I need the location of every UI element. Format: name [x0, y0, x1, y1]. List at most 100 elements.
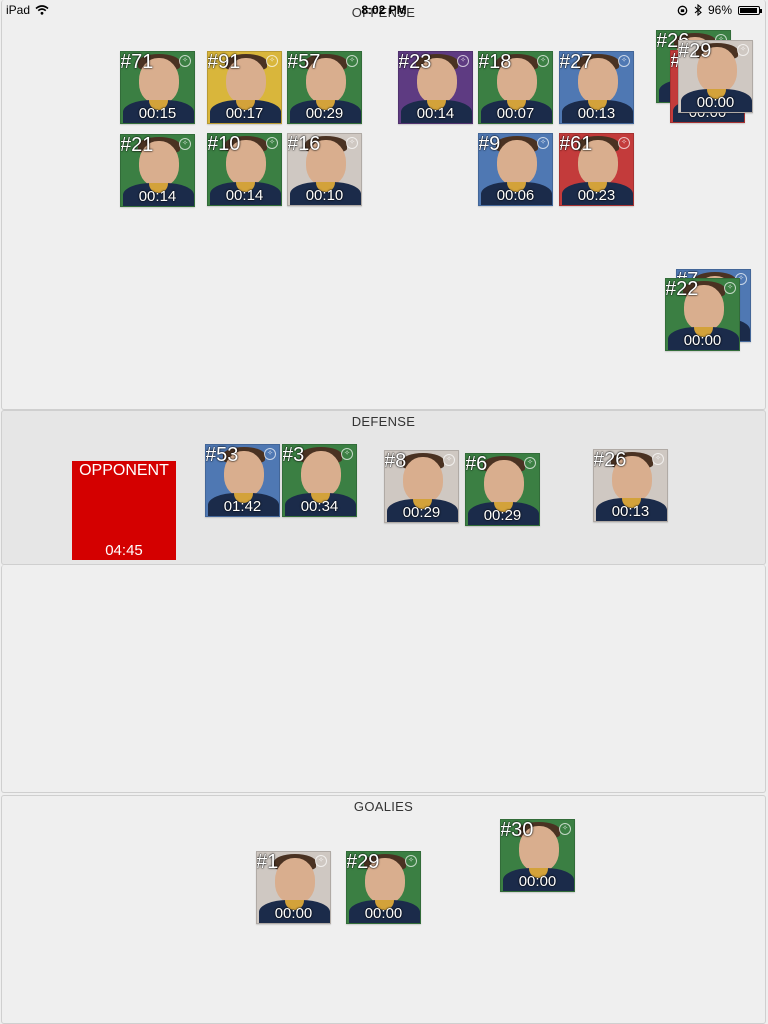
ice-time: 00:10 — [305, 187, 344, 204]
player-card[interactable]: ✧ #27 00:13 — [559, 51, 634, 124]
ice-time: 00:06 — [496, 187, 535, 204]
player-number: #57 — [287, 51, 321, 73]
player-photo — [301, 451, 341, 497]
team-logo-icon: ✧ — [179, 138, 191, 150]
goalies-label: GOALIES — [353, 799, 414, 814]
team-logo-icon: ✧ — [315, 855, 327, 867]
player-card[interactable]: ✧ #57 00:29 — [287, 51, 362, 124]
team-logo-icon: ✧ — [652, 453, 664, 465]
player-card[interactable]: ✧ #91 00:17 — [207, 51, 282, 124]
defense-bench-area[interactable] — [1, 565, 766, 793]
player-card[interactable]: ✧ #71 00:15 — [120, 51, 195, 124]
player-card[interactable]: ✧ #23 00:14 — [398, 51, 473, 124]
bluetooth-icon — [694, 4, 702, 16]
player-number: #9 — [478, 133, 501, 155]
opponent-time: 04:45 — [105, 542, 143, 559]
player-number: #8 — [384, 450, 407, 472]
ice-time: 00:34 — [300, 498, 339, 515]
orientation-lock-icon — [677, 5, 688, 15]
player-card[interactable]: ✧ #9 00:06 — [478, 133, 553, 206]
defense-label: DEFENSE — [351, 414, 416, 429]
player-card[interactable]: ✧ #8 00:29 — [384, 450, 459, 523]
ice-time: 00:29 — [483, 507, 522, 524]
player-number: #29 — [678, 40, 712, 62]
ice-time: 00:13 — [577, 105, 616, 122]
team-logo-icon: ✧ — [346, 137, 358, 149]
player-number: #18 — [478, 51, 512, 73]
player-photo — [497, 140, 537, 186]
team-logo-icon: ✧ — [724, 282, 736, 294]
team-logo-icon: ✧ — [457, 55, 469, 67]
player-number: #21 — [120, 134, 154, 156]
ice-time: 00:15 — [138, 105, 177, 122]
opponent-label: OPPONENT — [79, 462, 169, 479]
player-number: #71 — [120, 51, 154, 73]
battery-percent: 96% — [707, 3, 732, 17]
player-number: #22 — [665, 278, 699, 300]
ice-time: 00:07 — [496, 105, 535, 122]
team-logo-icon: ✧ — [537, 137, 549, 149]
ice-time: 00:14 — [225, 187, 264, 204]
ice-time: 01:42 — [223, 498, 262, 515]
player-card[interactable]: ✧ #6 00:29 — [465, 453, 540, 526]
ice-time: 00:29 — [402, 504, 441, 521]
player-card[interactable]: ✧ #22 00:00 — [665, 278, 740, 351]
player-card[interactable]: ✧ #16 00:10 — [287, 133, 362, 206]
player-photo — [275, 858, 315, 904]
ice-time: 00:00 — [696, 94, 735, 111]
ice-time: 00:14 — [416, 105, 455, 122]
player-number: #3 — [282, 444, 305, 466]
ice-time: 00:17 — [225, 105, 264, 122]
ice-time: 00:00 — [274, 905, 313, 922]
opponent-card[interactable]: OPPONENT 04:45 — [72, 461, 176, 560]
player-number: #30 — [500, 819, 534, 841]
player-number: #26 — [593, 449, 627, 471]
offense-zone[interactable]: OFFENSE — [1, 0, 766, 410]
team-logo-icon: ✧ — [737, 44, 749, 56]
player-card[interactable]: ✧ #29 00:00 — [678, 40, 753, 113]
status-bar: iPad 8:02 PM 96% — [0, 0, 768, 20]
player-photo — [403, 457, 443, 503]
player-card[interactable]: ✧ #10 00:14 — [207, 133, 282, 206]
player-number: #29 — [346, 851, 380, 873]
team-logo-icon: ✧ — [346, 55, 358, 67]
ice-time: 00:23 — [577, 187, 616, 204]
player-photo — [484, 460, 524, 506]
player-number: #16 — [287, 133, 321, 155]
ice-time: 00:14 — [138, 188, 177, 205]
player-card[interactable]: ✧ #26 00:13 — [593, 449, 668, 522]
team-logo-icon: ✧ — [405, 855, 417, 867]
player-card[interactable]: ✧ #61 00:23 — [559, 133, 634, 206]
player-card[interactable]: ✧ #21 00:14 — [120, 134, 195, 207]
player-card[interactable]: ✧ #3 00:34 — [282, 444, 357, 517]
ice-time: 00:00 — [518, 873, 557, 890]
player-card[interactable]: ✧ #29 00:00 — [346, 851, 421, 924]
team-logo-icon: ✧ — [341, 448, 353, 460]
team-logo-icon: ✧ — [266, 137, 278, 149]
ice-time: 00:29 — [305, 105, 344, 122]
team-logo-icon: ✧ — [179, 55, 191, 67]
team-logo-icon: ✧ — [559, 823, 571, 835]
player-card[interactable]: ✧ #18 00:07 — [478, 51, 553, 124]
player-number: #10 — [207, 133, 241, 155]
ice-time: 00:00 — [364, 905, 403, 922]
player-number: #1 — [256, 851, 279, 873]
team-logo-icon: ✧ — [537, 55, 549, 67]
team-logo-icon: ✧ — [618, 137, 630, 149]
team-logo-icon: ✧ — [524, 457, 536, 469]
battery-icon — [738, 5, 762, 15]
player-number: #61 — [559, 133, 593, 155]
ice-time: 00:00 — [683, 332, 722, 349]
player-number: #23 — [398, 51, 432, 73]
player-number: #91 — [207, 51, 241, 73]
ice-time: 00:13 — [611, 503, 650, 520]
team-logo-icon: ✧ — [443, 454, 455, 466]
player-card[interactable]: ✧ #53 01:42 — [205, 444, 280, 517]
team-logo-icon: ✧ — [618, 55, 630, 67]
player-card[interactable]: ✧ #1 00:00 — [256, 851, 331, 924]
player-number: #53 — [205, 444, 239, 466]
player-card[interactable]: ✧ #30 00:00 — [500, 819, 575, 892]
clock: 8:02 PM — [361, 3, 407, 17]
player-number: #6 — [465, 453, 488, 475]
team-logo-icon: ✧ — [264, 448, 276, 460]
